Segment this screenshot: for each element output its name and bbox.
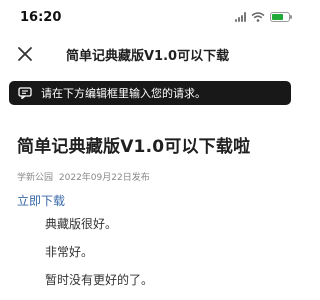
prompt-banner: 请在下方编辑框里输入您的请求。 <box>9 81 291 105</box>
paragraph-list: 典藏版很好。 非常好。 暂时没有更好的了。 <box>45 218 285 300</box>
article-title: 简单记典藏版V1.0可以下载啦 <box>17 137 251 157</box>
article-author[interactable]: 学新公园 <box>17 173 53 183</box>
wifi-icon <box>251 12 265 22</box>
download-link[interactable]: 立即下载 <box>17 192 65 209</box>
status-bar: 16:20 <box>0 0 300 34</box>
paragraph: 典藏版很好。 <box>45 217 118 231</box>
prompt-text: 请在下方编辑框里输入您的请求。 <box>41 87 206 100</box>
paragraph: 非常好。 <box>45 245 94 259</box>
nav-bar: 简单记典藏版V1.0可以下载 <box>0 38 300 70</box>
close-icon[interactable] <box>14 43 36 65</box>
article-date: 2022年09月22日发布 <box>58 173 150 183</box>
article: 简单记典藏版V1.0可以下载啦 学新公园 2022年09月22日发布 立即下载 <box>17 132 293 209</box>
nav-title: 简单记典藏版V1.0可以下载 <box>66 49 230 64</box>
chat-icon <box>18 87 32 99</box>
battery-level <box>272 14 283 20</box>
battery-icon <box>270 12 292 22</box>
paragraph: 暂时没有更好的了。 <box>45 273 154 287</box>
status-icons <box>235 12 292 22</box>
signal-icon <box>235 12 246 22</box>
status-time: 16:20 <box>20 10 62 25</box>
article-meta: 学新公园 2022年09月22日发布 <box>17 170 293 183</box>
